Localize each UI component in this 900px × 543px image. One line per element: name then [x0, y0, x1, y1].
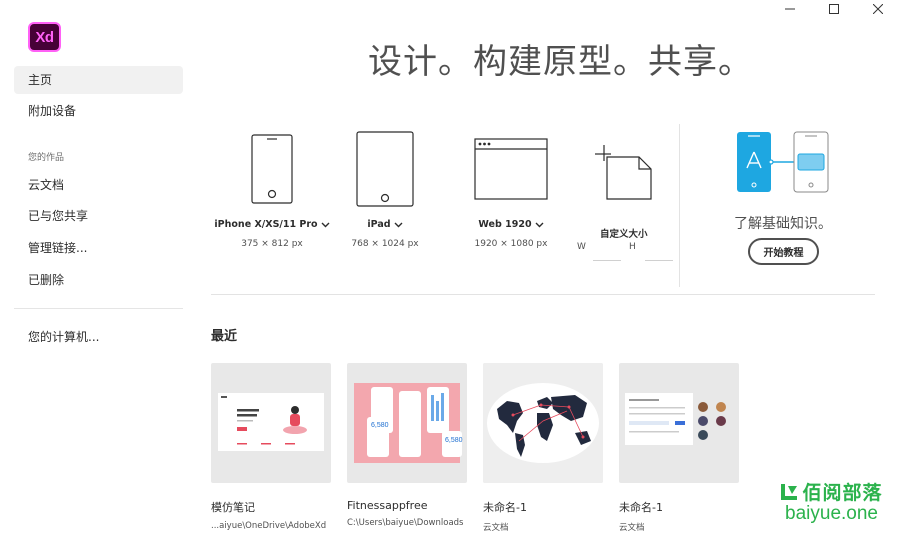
width-field[interactable] — [593, 260, 621, 261]
recent-title: 最近 — [211, 329, 238, 344]
recent-card[interactable]: 未命名-1 云文档 — [483, 363, 603, 533]
sidebar-item-home[interactable]: 主页 — [14, 66, 183, 94]
window-controls — [768, 0, 900, 18]
preset-iphone-name: iPhone X/XS/11 Pro — [214, 219, 318, 230]
recent-file-name: 未命名-1 — [619, 501, 663, 514]
file-thumbnail — [211, 363, 331, 483]
height-field[interactable] — [645, 260, 673, 261]
sidebar-item-deleted[interactable]: 已删除 — [14, 266, 183, 294]
sidebar-item-your-computer[interactable]: 您的计算机... — [14, 323, 183, 351]
learn-title: 了解基础知识。 — [734, 216, 832, 232]
recent-file-path: ...aiyue\OneDrive\AdobeXd — [211, 521, 327, 531]
preset-ipad-name: iPad — [367, 219, 391, 230]
recent-card[interactable]: 模仿笔记 ...aiyue\OneDrive\AdobeXd — [211, 363, 331, 531]
recent-card[interactable]: 6,580 6,580 Fitnessappfree C:\Users\baiy… — [347, 363, 467, 528]
fitness-stat: 6,580 — [445, 437, 463, 444]
sidebar-item-add-device[interactable]: 附加设备 — [14, 97, 183, 125]
watermark-en: baiyue.one — [785, 503, 878, 524]
fitness-stat: 6,580 — [371, 422, 389, 429]
preset-web-name: Web 1920 — [478, 219, 532, 230]
preset-ipad[interactable]: iPad 768 × 1024 px — [346, 126, 424, 249]
custom-size-label: 自定义大小 — [600, 229, 648, 240]
file-thumbnail — [619, 363, 739, 483]
file-thumbnail: 6,580 6,580 — [347, 363, 467, 483]
close-button[interactable] — [856, 0, 900, 18]
chevron-down-icon[interactable] — [535, 222, 544, 228]
recent-file-name: 模仿笔记 — [211, 501, 255, 514]
recent-file-path: C:\Users\baiyue\Downloads — [347, 518, 464, 528]
watermark-cn: 佰阅部落 — [802, 482, 883, 504]
xd-logo: Xd — [28, 22, 61, 52]
start-tutorial-button[interactable]: 开始教程 — [748, 238, 819, 265]
height-label: H — [629, 242, 636, 252]
chevron-down-icon[interactable] — [321, 222, 330, 228]
watermark-icon — [781, 483, 798, 500]
maximize-icon — [829, 4, 839, 14]
custom-size-icon[interactable] — [595, 145, 655, 207]
tablet-icon — [346, 126, 424, 211]
hero-title: 设计。构建原型。共享。 — [368, 42, 753, 82]
sidebar-section-your-work: 您的作品 — [28, 153, 65, 163]
sidebar-item-shared[interactable]: 已与您共享 — [14, 202, 183, 230]
tutorial-illustration — [736, 130, 832, 198]
minimize-button[interactable] — [768, 0, 812, 18]
preset-iphone[interactable]: iPhone X/XS/11 Pro 375 × 812 px — [213, 126, 331, 249]
preset-web-size: 1920 × 1080 px — [474, 239, 548, 249]
maximize-button[interactable] — [812, 0, 856, 18]
close-icon — [873, 4, 883, 14]
chevron-down-icon[interactable] — [394, 222, 403, 228]
sidebar-divider — [14, 308, 183, 309]
sidebar: Xd 主页 附加设备 您的作品 云文档 已与您共享 管理链接... 已删除 您的… — [0, 0, 196, 543]
recent-file-path: 云文档 — [483, 523, 509, 533]
recent-file-name: 未命名-1 — [483, 501, 527, 514]
sidebar-item-cloud-docs[interactable]: 云文档 — [14, 171, 183, 199]
width-label: W — [577, 242, 586, 252]
preset-web[interactable]: Web 1920 1920 × 1080 px — [462, 126, 560, 249]
vertical-divider — [679, 124, 680, 287]
sidebar-item-manage-links[interactable]: 管理链接... — [14, 234, 183, 262]
preset-iphone-size: 375 × 812 px — [241, 239, 303, 249]
recent-card[interactable]: 未命名-1 云文档 — [619, 363, 739, 533]
browser-icon — [462, 126, 560, 211]
preset-ipad-size: 768 × 1024 px — [351, 239, 419, 249]
recent-file-path: 云文档 — [619, 523, 645, 533]
recent-file-name: Fitnessappfree — [347, 499, 428, 512]
file-thumbnail — [483, 363, 603, 483]
minimize-icon — [785, 8, 795, 10]
phone-icon — [213, 126, 331, 211]
watermark-logo: 佰阅部落 baiyue.one — [769, 478, 894, 525]
horizontal-divider — [211, 294, 875, 295]
